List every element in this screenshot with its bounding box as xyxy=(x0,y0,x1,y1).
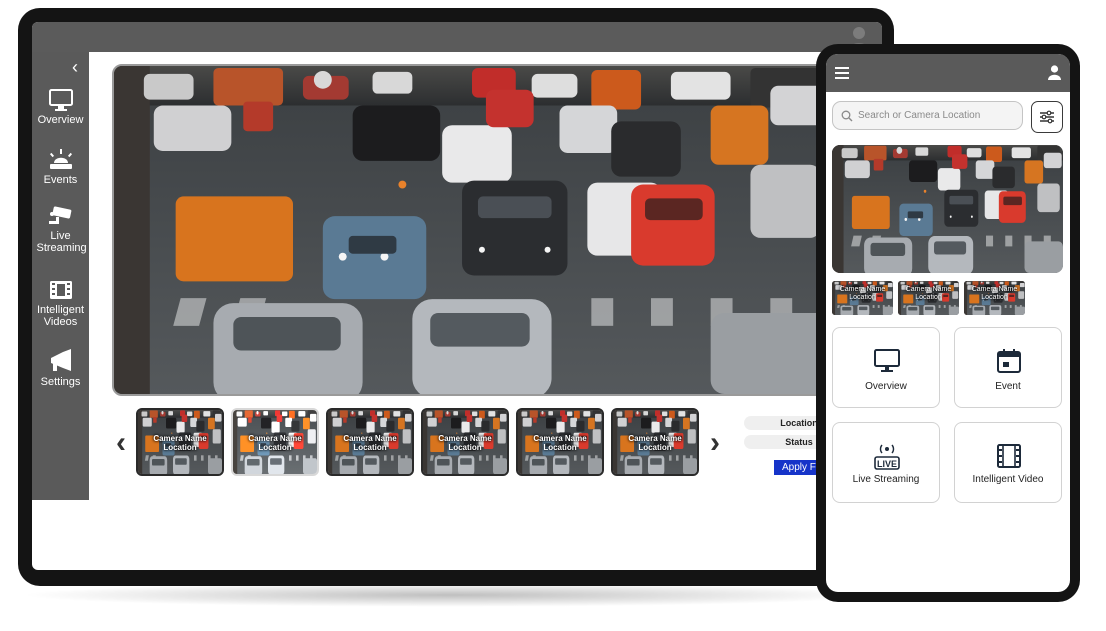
card-intelligent-video[interactable]: Intelligent Video xyxy=(954,422,1062,503)
live-icon: LIVE xyxy=(874,444,900,470)
filter-button[interactable] xyxy=(1031,101,1063,133)
traffic-video-frame xyxy=(832,145,1063,273)
traffic-video-frame xyxy=(114,66,830,394)
monitor-icon xyxy=(874,349,900,372)
thumbnail-next-arrow[interactable]: › xyxy=(710,428,720,458)
film-icon xyxy=(997,444,1021,468)
main-camera-feed[interactable] xyxy=(112,64,832,396)
camera-thumbnail[interactable]: Camera Name Location xyxy=(611,408,699,476)
sidebar-item-label: Events xyxy=(43,174,78,186)
thumbnail-prev-arrow[interactable]: ‹ xyxy=(116,428,126,458)
camera-thumbnail[interactable]: Camera Name Location xyxy=(231,408,319,476)
hamburger-menu-icon[interactable] xyxy=(835,67,849,79)
thumbnail-caption: Camera Name Location xyxy=(438,434,492,452)
sidebar-item-intelligent-videos[interactable]: Intelligent Videos xyxy=(32,278,89,328)
siren-icon xyxy=(49,149,72,169)
user-avatar-icon[interactable] xyxy=(1048,65,1061,80)
thumbnail-caption: Camera Name Location xyxy=(343,434,397,452)
card-live-streaming[interactable]: LIVE Live Streaming xyxy=(832,422,940,503)
svg-text:LIVE: LIVE xyxy=(877,459,897,469)
camera-search-input[interactable]: Search or Camera Location xyxy=(832,101,1023,130)
card-overview[interactable]: Overview xyxy=(832,327,940,408)
thumbnail-caption: Camera Name Location xyxy=(153,434,207,452)
sidebar-item-label: Intelligent Videos xyxy=(36,304,85,328)
camera-thumbnail[interactable]: Camera Name Location xyxy=(136,408,224,476)
camera-thumbnail[interactable]: Camera Name Location xyxy=(326,408,414,476)
thumbnail-caption: Camera Name Location xyxy=(971,286,1018,301)
search-placeholder: Search or Camera Location xyxy=(858,110,981,121)
sidebar-item-label: Overview xyxy=(37,114,84,126)
sidebar-item-label: Live Streaming xyxy=(36,230,87,254)
camera-thumbnail[interactable]: Camera Name Location xyxy=(964,281,1025,315)
camera-thumbnail[interactable]: Camera Name Location xyxy=(898,281,959,315)
thumbnail-caption: Camera Name Location xyxy=(905,286,952,301)
chevron-left-icon[interactable]: ‹ xyxy=(72,58,78,76)
camera-thumbnail[interactable]: Camera Name Location xyxy=(421,408,509,476)
card-event[interactable]: Event xyxy=(954,327,1062,408)
thumbnail-caption: Camera Name Location xyxy=(533,434,587,452)
device-shadow xyxy=(20,583,880,607)
tablet-screen: ‹ Overview Events Live Streaming Intelli… xyxy=(32,22,882,570)
camera-thumbnail[interactable]: Camera Name Location xyxy=(832,281,893,315)
phone-device: Search or Camera Location Camera Name Lo… xyxy=(816,44,1080,602)
card-label: Intelligent Video xyxy=(972,474,1044,485)
sliders-icon xyxy=(1040,110,1054,124)
megaphone-icon xyxy=(50,349,71,371)
camera-thumbnail[interactable]: Camera Name Location xyxy=(516,408,604,476)
sidebar-item-events[interactable]: Events xyxy=(32,148,89,186)
card-label: Live Streaming xyxy=(852,474,920,485)
sidebar-item-live-streaming[interactable]: Live Streaming xyxy=(32,204,89,254)
mobile-camera-feed[interactable] xyxy=(832,145,1063,273)
sidebar-item-settings[interactable]: Settings xyxy=(32,348,89,388)
thumbnail-caption: Camera Name Location xyxy=(248,434,302,452)
film-icon xyxy=(49,281,72,299)
thumbnail-caption: Camera Name Location xyxy=(839,286,886,301)
sidebar-item-label: Settings xyxy=(40,376,81,388)
cctv-icon xyxy=(48,206,71,224)
card-label: Overview xyxy=(865,381,907,392)
thumbnail-caption: Camera Name Location xyxy=(628,434,682,452)
calendar-icon xyxy=(997,349,1021,373)
card-label: Event xyxy=(995,381,1021,392)
search-icon xyxy=(841,110,853,122)
tablet-device: ‹ Overview Events Live Streaming Intelli… xyxy=(18,8,894,586)
mobile-topbar xyxy=(826,54,1070,92)
desktop-topbar xyxy=(32,22,882,52)
sidebar-item-overview[interactable]: Overview xyxy=(32,88,89,126)
phone-screen: Search or Camera Location Camera Name Lo… xyxy=(826,54,1070,592)
sidebar: ‹ Overview Events Live Streaming Intelli… xyxy=(32,52,89,500)
monitor-icon xyxy=(48,89,73,111)
